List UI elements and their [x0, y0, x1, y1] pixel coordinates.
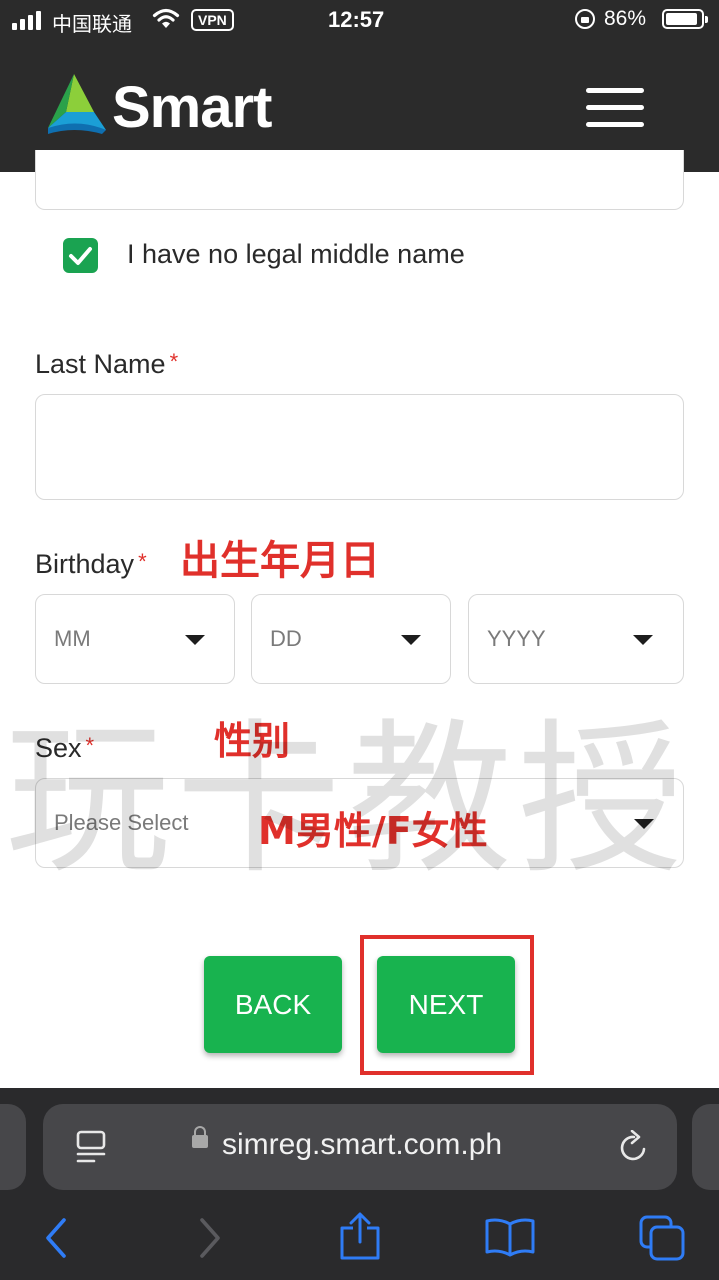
wifi-icon	[152, 8, 180, 28]
reload-icon[interactable]	[618, 1130, 650, 1164]
last-name-input[interactable]	[35, 394, 684, 500]
lock-icon	[192, 1126, 208, 1148]
tabs-icon[interactable]	[638, 1214, 686, 1262]
chevron-down-icon	[633, 635, 653, 645]
battery-icon	[662, 9, 708, 29]
required-mark: *	[169, 349, 179, 374]
menu-button[interactable]	[586, 88, 644, 128]
no-middle-name-checkbox[interactable]	[63, 238, 98, 273]
no-middle-name-label[interactable]: I have no legal middle name	[127, 239, 465, 270]
signal-icon	[12, 11, 41, 30]
birthday-annotation: 出生年月日	[180, 538, 380, 584]
birthday-label: Birthday *	[35, 549, 147, 580]
smart-logo-icon[interactable]	[44, 72, 108, 136]
battery-percent: 86%	[604, 7, 647, 30]
hamburger-icon	[586, 88, 644, 93]
required-mark: *	[138, 549, 147, 574]
next-tab-peek[interactable]	[692, 1104, 719, 1190]
carrier-name: 中国联通	[52, 12, 132, 36]
url-text[interactable]: simreg.smart.com.ph	[222, 1128, 502, 1162]
last-name-label-text: Last Name	[35, 349, 166, 379]
vpn-badge: VPN	[191, 9, 234, 31]
orientation-lock-icon	[575, 9, 595, 29]
back-nav-icon[interactable]	[40, 1216, 70, 1260]
smart-logo-text[interactable]: Smart	[112, 74, 272, 141]
clock: 12:57	[328, 7, 385, 32]
middle-name-input[interactable]	[35, 150, 684, 210]
back-button[interactable]: BACK	[204, 956, 342, 1053]
birthday-label-text: Birthday	[35, 549, 135, 579]
forward-nav-icon[interactable]	[196, 1216, 226, 1260]
chevron-down-icon	[185, 635, 205, 645]
checkmark-icon	[69, 247, 92, 265]
chevron-down-icon	[401, 635, 421, 645]
bookmarks-icon[interactable]	[484, 1216, 536, 1258]
last-name-label: Last Name *	[35, 349, 178, 380]
prev-tab-peek[interactable]	[0, 1104, 26, 1190]
share-icon[interactable]	[338, 1212, 382, 1262]
watermark: 玩卡教授	[5, 704, 689, 896]
page-menu-icon[interactable]	[76, 1130, 106, 1164]
next-highlight-box	[360, 935, 534, 1075]
